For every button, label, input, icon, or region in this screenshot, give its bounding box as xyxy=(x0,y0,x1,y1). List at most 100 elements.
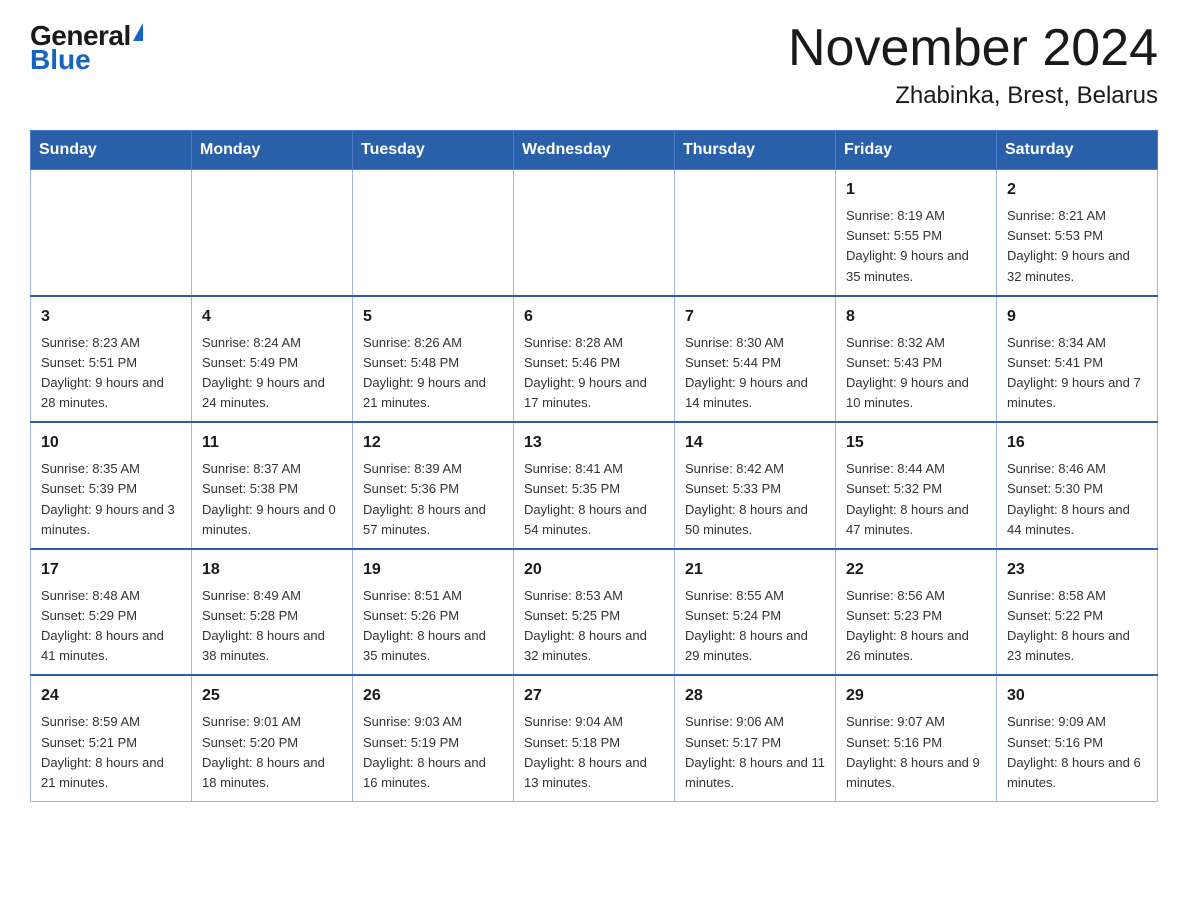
calendar-cell xyxy=(192,170,353,296)
calendar-cell: 9 Sunrise: 8:34 AM Sunset: 5:41 PM Daylig… xyxy=(997,296,1158,423)
day-info: Sunrise: 8:44 AM Sunset: 5:32 PM Dayligh… xyxy=(846,459,986,540)
day-info: Sunrise: 8:19 AM Sunset: 5:55 PM Dayligh… xyxy=(846,206,986,287)
day-number: 2 xyxy=(1007,178,1147,202)
calendar-cell: 27 Sunrise: 9:04 AM Sunset: 5:18 PM Dayli… xyxy=(514,675,675,801)
header-saturday: Saturday xyxy=(997,131,1158,170)
day-info: Sunrise: 8:58 AM Sunset: 5:22 PM Dayligh… xyxy=(1007,586,1147,667)
calendar-week-row: 3Sunrise: 8:23 AM Sunset: 5:51 PM Daylig… xyxy=(31,296,1158,423)
day-number: 23 xyxy=(1007,558,1147,582)
day-info: Sunrise: 9:09 AM Sunset: 5:16 PM Dayligh… xyxy=(1007,712,1147,793)
day-number: 21 xyxy=(685,558,825,582)
calendar-cell: 23 Sunrise: 8:58 AM Sunset: 5:22 PM Dayli… xyxy=(997,549,1158,676)
day-number: 27 xyxy=(524,684,664,708)
day-number: 10 xyxy=(41,431,181,455)
day-info: Sunrise: 8:51 AM Sunset: 5:26 PM Dayligh… xyxy=(363,586,503,667)
day-number: 5 xyxy=(363,305,503,329)
day-info: Sunrise: 8:21 AM Sunset: 5:53 PM Dayligh… xyxy=(1007,206,1147,287)
calendar-header: Sunday Monday Tuesday Wednesday Thursday… xyxy=(31,131,1158,170)
calendar-week-row: 17Sunrise: 8:48 AM Sunset: 5:29 PM Dayli… xyxy=(31,549,1158,676)
day-number: 8 xyxy=(846,305,986,329)
calendar-cell: 28 Sunrise: 9:06 AM Sunset: 5:17 PM Dayli… xyxy=(675,675,836,801)
day-number: 30 xyxy=(1007,684,1147,708)
day-number: 12 xyxy=(363,431,503,455)
calendar-week-row: 1Sunrise: 8:19 AM Sunset: 5:55 PM Daylig… xyxy=(31,170,1158,296)
day-info: Sunrise: 8:55 AM Sunset: 5:24 PM Dayligh… xyxy=(685,586,825,667)
day-number: 14 xyxy=(685,431,825,455)
day-info: Sunrise: 8:28 AM Sunset: 5:46 PM Dayligh… xyxy=(524,333,664,414)
calendar-cell xyxy=(353,170,514,296)
day-number: 29 xyxy=(846,684,986,708)
calendar-cell: 29 Sunrise: 9:07 AM Sunset: 5:16 PM Dayli… xyxy=(836,675,997,801)
day-info: Sunrise: 8:46 AM Sunset: 5:30 PM Dayligh… xyxy=(1007,459,1147,540)
day-info: Sunrise: 9:01 AM Sunset: 5:20 PM Dayligh… xyxy=(202,712,342,793)
day-number: 28 xyxy=(685,684,825,708)
day-info: Sunrise: 9:04 AM Sunset: 5:18 PM Dayligh… xyxy=(524,712,664,793)
logo: General Blue xyxy=(30,20,143,76)
day-number: 26 xyxy=(363,684,503,708)
calendar-cell: 12 Sunrise: 8:39 AM Sunset: 5:36 PM Dayli… xyxy=(353,422,514,549)
calendar-cell: 30 Sunrise: 9:09 AM Sunset: 5:16 PM Dayli… xyxy=(997,675,1158,801)
calendar-cell xyxy=(675,170,836,296)
calendar-cell: 3Sunrise: 8:23 AM Sunset: 5:51 PM Daylig… xyxy=(31,296,192,423)
day-number: 3 xyxy=(41,305,181,329)
day-info: Sunrise: 8:37 AM Sunset: 5:38 PM Dayligh… xyxy=(202,459,342,540)
day-info: Sunrise: 8:39 AM Sunset: 5:36 PM Dayligh… xyxy=(363,459,503,540)
day-number: 15 xyxy=(846,431,986,455)
calendar-cell: 2 Sunrise: 8:21 AM Sunset: 5:53 PM Daylig… xyxy=(997,170,1158,296)
calendar-cell: 18Sunrise: 8:49 AM Sunset: 5:28 PM Dayli… xyxy=(192,549,353,676)
calendar-cell: 11 Sunrise: 8:37 AM Sunset: 5:38 PM Dayli… xyxy=(192,422,353,549)
day-number: 16 xyxy=(1007,431,1147,455)
calendar-cell: 4Sunrise: 8:24 AM Sunset: 5:49 PM Daylig… xyxy=(192,296,353,423)
day-info: Sunrise: 8:34 AM Sunset: 5:41 PM Dayligh… xyxy=(1007,333,1147,414)
header-wednesday: Wednesday xyxy=(514,131,675,170)
calendar-cell: 7 Sunrise: 8:30 AM Sunset: 5:44 PM Daylig… xyxy=(675,296,836,423)
calendar-cell: 24 Sunrise: 8:59 AM Sunset: 5:21 PM Dayli… xyxy=(31,675,192,801)
header-tuesday: Tuesday xyxy=(353,131,514,170)
calendar-cell xyxy=(514,170,675,296)
day-info: Sunrise: 8:56 AM Sunset: 5:23 PM Dayligh… xyxy=(846,586,986,667)
day-info: Sunrise: 8:59 AM Sunset: 5:21 PM Dayligh… xyxy=(41,712,181,793)
day-info: Sunrise: 9:07 AM Sunset: 5:16 PM Dayligh… xyxy=(846,712,986,793)
day-number: 7 xyxy=(685,305,825,329)
day-number: 24 xyxy=(41,684,181,708)
day-info: Sunrise: 9:06 AM Sunset: 5:17 PM Dayligh… xyxy=(685,712,825,793)
logo-blue-text: Blue xyxy=(30,44,91,76)
day-number: 25 xyxy=(202,684,342,708)
calendar-cell: 21 Sunrise: 8:55 AM Sunset: 5:24 PM Dayli… xyxy=(675,549,836,676)
day-number: 9 xyxy=(1007,305,1147,329)
calendar-cell: 19 Sunrise: 8:51 AM Sunset: 5:26 PM Dayli… xyxy=(353,549,514,676)
day-info: Sunrise: 8:24 AM Sunset: 5:49 PM Dayligh… xyxy=(202,333,342,414)
calendar-title: November 2024 xyxy=(788,20,1158,77)
calendar-week-row: 24 Sunrise: 8:59 AM Sunset: 5:21 PM Dayli… xyxy=(31,675,1158,801)
day-number: 22 xyxy=(846,558,986,582)
day-info: Sunrise: 8:26 AM Sunset: 5:48 PM Dayligh… xyxy=(363,333,503,414)
day-number: 19 xyxy=(363,558,503,582)
calendar-cell: 10 Sunrise: 8:35 AM Sunset: 5:39 PM Dayli… xyxy=(31,422,192,549)
day-number: 13 xyxy=(524,431,664,455)
calendar-cell: 15 Sunrise: 8:44 AM Sunset: 5:32 PM Dayli… xyxy=(836,422,997,549)
title-block: November 2024 Zhabinka, Brest, Belarus xyxy=(788,20,1158,110)
day-info: Sunrise: 8:48 AM Sunset: 5:29 PM Dayligh… xyxy=(41,586,181,667)
day-number: 20 xyxy=(524,558,664,582)
day-info: Sunrise: 8:30 AM Sunset: 5:44 PM Dayligh… xyxy=(685,333,825,414)
calendar-cell xyxy=(31,170,192,296)
calendar-cell: 5 Sunrise: 8:26 AM Sunset: 5:48 PM Daylig… xyxy=(353,296,514,423)
calendar-cell: 26Sunrise: 9:03 AM Sunset: 5:19 PM Dayli… xyxy=(353,675,514,801)
calendar-body: 1Sunrise: 8:19 AM Sunset: 5:55 PM Daylig… xyxy=(31,170,1158,802)
calendar-cell: 6 Sunrise: 8:28 AM Sunset: 5:46 PM Daylig… xyxy=(514,296,675,423)
header-sunday: Sunday xyxy=(31,131,192,170)
day-info: Sunrise: 8:41 AM Sunset: 5:35 PM Dayligh… xyxy=(524,459,664,540)
calendar-cell: 17Sunrise: 8:48 AM Sunset: 5:29 PM Dayli… xyxy=(31,549,192,676)
calendar-cell: 1Sunrise: 8:19 AM Sunset: 5:55 PM Daylig… xyxy=(836,170,997,296)
calendar-cell: 14Sunrise: 8:42 AM Sunset: 5:33 PM Dayli… xyxy=(675,422,836,549)
calendar-cell: 22 Sunrise: 8:56 AM Sunset: 5:23 PM Dayli… xyxy=(836,549,997,676)
weekday-header-row: Sunday Monday Tuesday Wednesday Thursday… xyxy=(31,131,1158,170)
calendar-cell: 13 Sunrise: 8:41 AM Sunset: 5:35 PM Dayli… xyxy=(514,422,675,549)
calendar-week-row: 10 Sunrise: 8:35 AM Sunset: 5:39 PM Dayli… xyxy=(31,422,1158,549)
calendar-cell: 25 Sunrise: 9:01 AM Sunset: 5:20 PM Dayli… xyxy=(192,675,353,801)
day-number: 6 xyxy=(524,305,664,329)
calendar-table: Sunday Monday Tuesday Wednesday Thursday… xyxy=(30,130,1158,802)
day-number: 11 xyxy=(202,431,342,455)
calendar-cell: 16 Sunrise: 8:46 AM Sunset: 5:30 PM Dayli… xyxy=(997,422,1158,549)
day-info: Sunrise: 8:35 AM Sunset: 5:39 PM Dayligh… xyxy=(41,459,181,540)
